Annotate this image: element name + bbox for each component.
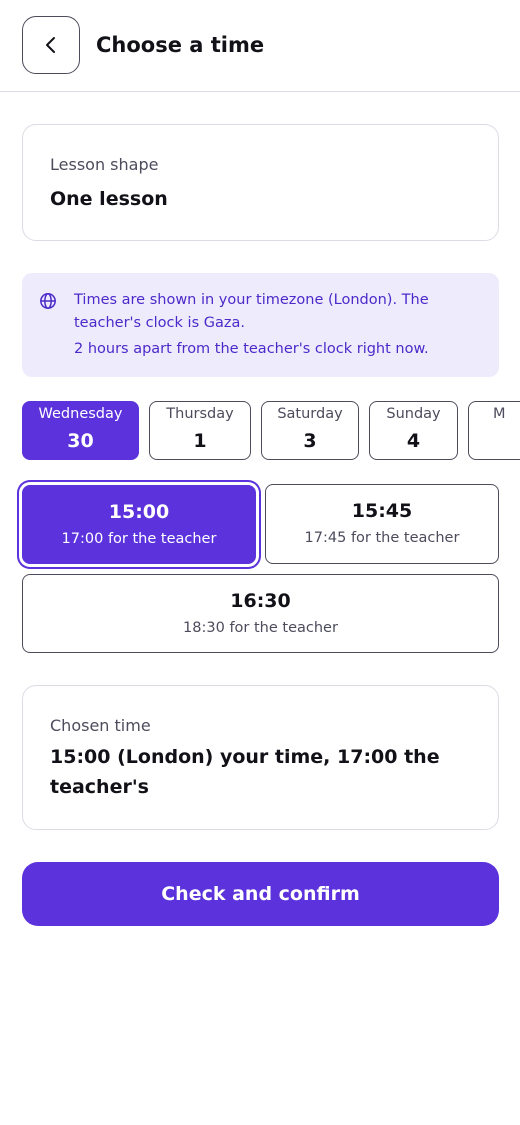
day-number: 30: [67, 430, 94, 452]
day-chip-saturday[interactable]: Saturday 3: [261, 401, 359, 460]
lesson-shape-label: Lesson shape: [50, 155, 159, 174]
time-slot[interactable]: 16:30 18:30 for the teacher: [22, 574, 499, 653]
slot-teacher-time: 17:00 for the teacher: [61, 531, 217, 547]
slot-time: 15:45: [351, 500, 413, 522]
lesson-shape-card[interactable]: Lesson shape One lesson: [22, 124, 499, 241]
globe-icon: [40, 293, 56, 309]
chosen-time-value: 15:00 (London) your time, 17:00 the teac…: [50, 746, 440, 798]
time-slot[interactable]: 15:45 17:45 for the teacher: [265, 484, 499, 564]
chosen-time-label: Chosen time: [50, 716, 151, 735]
day-selector[interactable]: Wednesday 30 Thursday 1 Saturday 3 Sunda…: [0, 401, 520, 461]
slot-time: 16:30: [230, 590, 291, 612]
day-name: Sunday: [386, 406, 441, 422]
time-slot-selected[interactable]: 15:00 17:00 for the teacher: [22, 485, 256, 564]
chosen-time-card: Chosen time 15:00 (London) your time, 17…: [22, 685, 499, 830]
page-title: Choose a time: [96, 33, 265, 57]
day-name: Saturday: [277, 406, 343, 422]
back-button[interactable]: [22, 16, 80, 74]
day-chip-wednesday[interactable]: Wednesday 30: [22, 401, 139, 460]
slot-teacher-time: 18:30 for the teacher: [183, 620, 338, 636]
top-bar: Choose a time: [0, 0, 520, 92]
lesson-shape-value: One lesson: [50, 188, 168, 210]
day-number: 1: [193, 430, 207, 452]
day-chip-thursday[interactable]: Thursday 1: [149, 401, 251, 460]
day-name: Thursday: [166, 406, 234, 422]
day-chip-sunday[interactable]: Sunday 4: [369, 401, 458, 460]
timezone-notice-text: Times are shown in your timezone (London…: [74, 292, 429, 331]
day-name: Wednesday: [38, 406, 123, 422]
day-chip-partial[interactable]: M: [468, 401, 520, 460]
timezone-offset-text: 2 hours apart from the teacher's clock r…: [74, 341, 429, 357]
check-and-confirm-button[interactable]: Check and confirm: [22, 862, 499, 926]
slot-teacher-time: 17:45 for the teacher: [304, 530, 460, 546]
chevron-left-icon: [46, 37, 55, 53]
day-number: 3: [303, 430, 317, 452]
timezone-notice: Times are shown in your timezone (London…: [22, 273, 499, 377]
day-number: 4: [406, 430, 421, 452]
slot-time: 15:00: [108, 501, 170, 523]
day-name: M: [493, 406, 506, 422]
